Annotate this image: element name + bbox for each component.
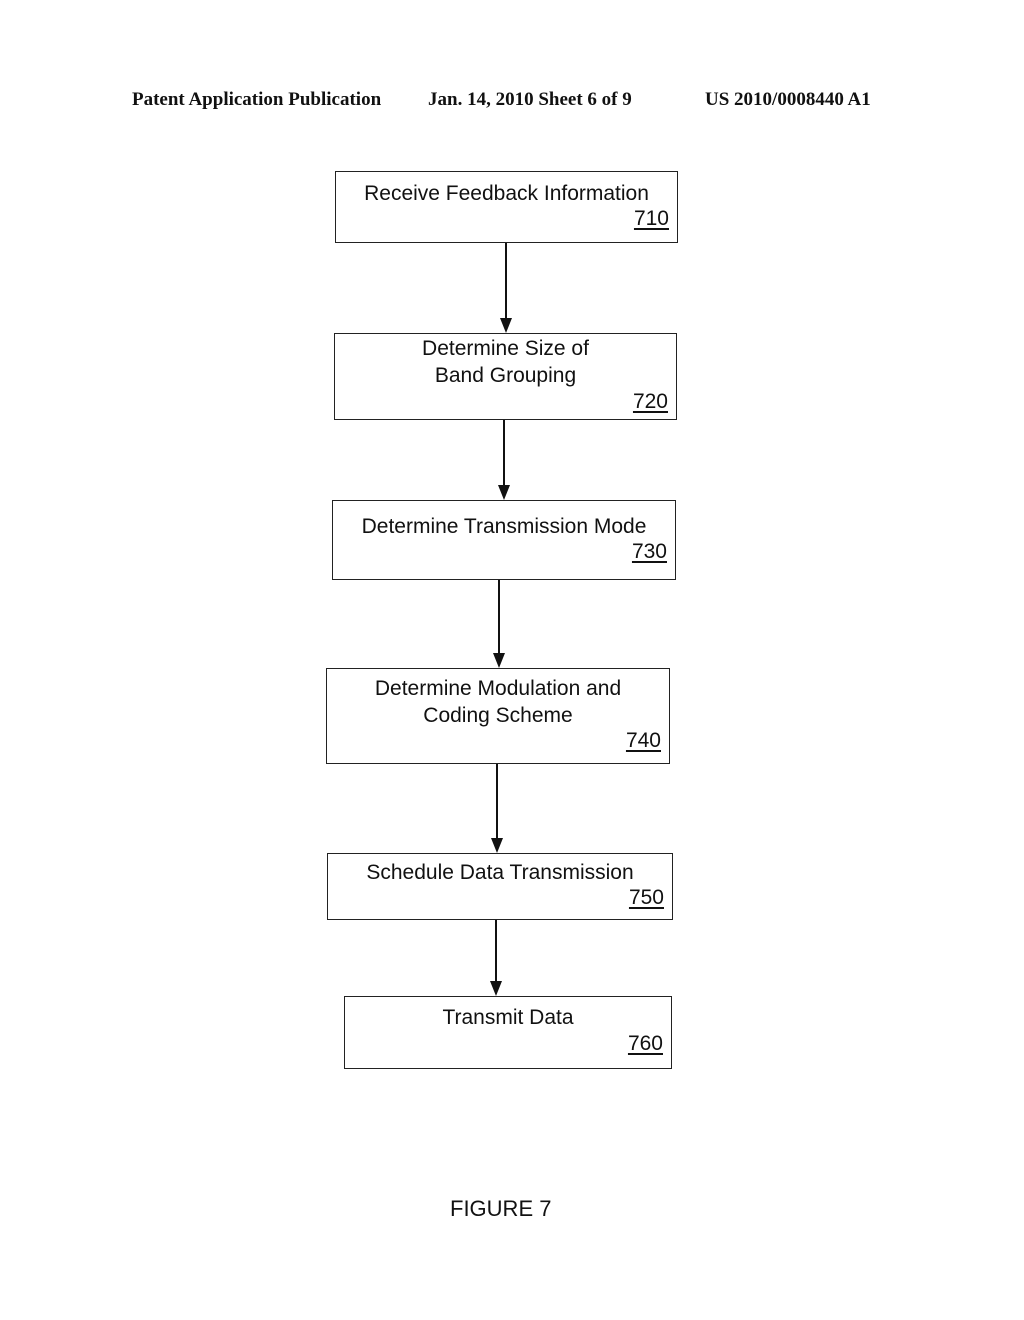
step-reference-number: 720: [632, 390, 668, 413]
step-box-730: Determine Transmission Mode 730: [332, 500, 676, 580]
step-label: Determine Size of Band Grouping: [422, 337, 589, 387]
step-box-750: Schedule Data Transmission 750: [327, 853, 673, 920]
step-label: Schedule Data Transmission: [366, 861, 634, 884]
step-label: Determine Transmission Mode: [361, 515, 647, 538]
step-box-720: Determine Size of Band Grouping 720: [334, 333, 677, 420]
step-label: Transmit Data: [442, 1006, 574, 1029]
step-reference-number: 730: [631, 540, 667, 563]
figure-caption: FIGURE 7: [450, 1196, 552, 1221]
step-box-740: Determine Modulation and Coding Scheme 7…: [326, 668, 670, 764]
arrow-710-to-720: [500, 243, 512, 333]
step-reference-number: 750: [628, 886, 664, 909]
step-label: Determine Modulation and Coding Scheme: [374, 677, 622, 727]
arrow-740-to-750: [491, 764, 503, 853]
step-reference-number: 710: [633, 207, 669, 230]
arrow-720-to-730: [498, 420, 510, 500]
step-reference-number: 740: [625, 729, 661, 752]
arrow-750-to-760: [490, 920, 502, 996]
step-box-760: Transmit Data 760: [344, 996, 672, 1069]
step-label: Receive Feedback Information: [364, 182, 649, 205]
arrow-730-to-740: [493, 580, 505, 668]
step-reference-number: 760: [627, 1032, 663, 1055]
step-box-710: Receive Feedback Information 710: [335, 171, 678, 243]
